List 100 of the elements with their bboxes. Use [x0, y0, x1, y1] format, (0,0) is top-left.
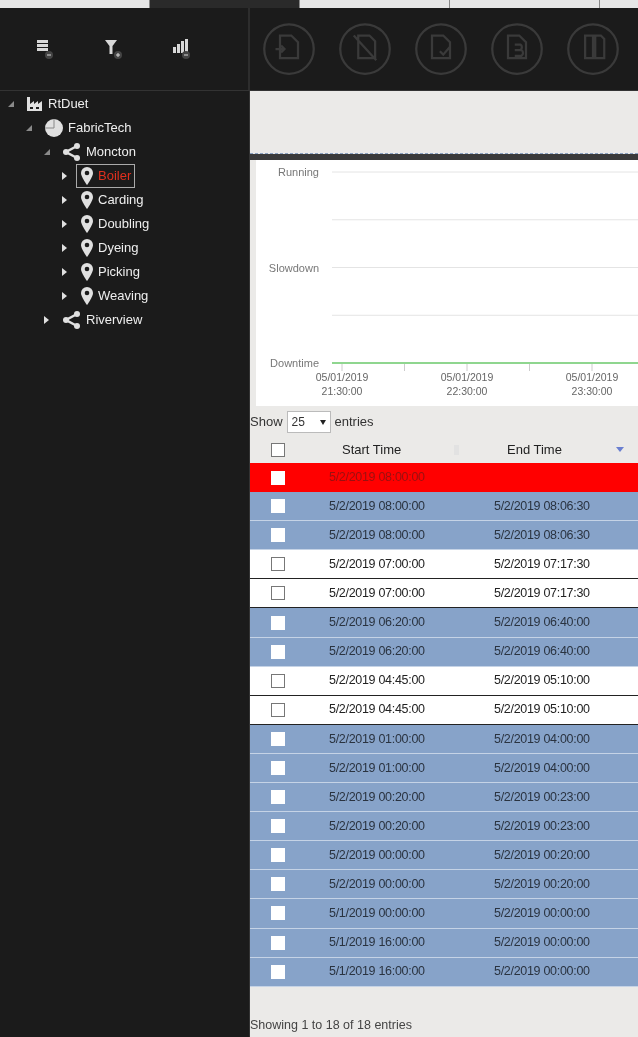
table-cell: 5/2/2019 00:20:00 — [494, 877, 590, 891]
select-all-checkbox[interactable] — [271, 442, 285, 457]
expand-arrow-icon[interactable] — [62, 172, 67, 180]
table-cell: 5/2/2019 00:20:00 — [329, 789, 425, 804]
page-size-select[interactable]: 25 — [286, 411, 331, 433]
row-checkbox[interactable] — [271, 702, 285, 717]
collapse-arrow-icon[interactable] — [8, 101, 14, 107]
table-cell: 5/2/2019 08:00:00 — [329, 527, 425, 542]
table-cell: 5/2/2019 08:06:30 — [494, 527, 590, 542]
tree-item[interactable]: Picking — [76, 260, 144, 284]
table-row[interactable]: 5/2/2019 07:00:00 5/2/2019 07:17:30 — [250, 579, 638, 609]
table-cell: 5/2/2019 04:00:00 — [494, 760, 590, 775]
table-cell: 5/2/2019 05:10:00 — [494, 673, 590, 688]
collapse-arrow-icon[interactable] — [44, 149, 50, 155]
table-cell: 5/2/2019 08:06:30 — [494, 498, 590, 513]
table-cell: 5/1/2019 16:00:00 — [329, 964, 425, 979]
expand-arrow-icon[interactable] — [62, 244, 67, 252]
table-cell: 5/2/2019 00:00:00 — [494, 906, 590, 921]
table-cell: 5/2/2019 00:20:00 — [494, 847, 590, 862]
row-checkbox[interactable] — [271, 557, 285, 572]
row-checkbox[interactable] — [271, 586, 285, 601]
show-label: Show — [250, 413, 283, 432]
table-cell: 5/2/2019 04:45:00 — [329, 702, 425, 717]
tree-item[interactable]: Boiler — [76, 164, 136, 188]
table-row[interactable]: 5/2/2019 07:00:00 5/2/2019 07:17:30 — [250, 550, 638, 580]
table-cell: 5/1/2019 16:00:00 — [329, 935, 425, 950]
filter-add-icon[interactable] — [104, 38, 122, 60]
table-cell: 5/2/2019 04:00:00 — [494, 731, 590, 746]
layers-remove-icon[interactable] — [36, 38, 54, 60]
table-cell: 5/2/2019 04:45:00 — [329, 673, 425, 688]
table-cell: 5/2/2019 01:00:00 — [329, 731, 425, 746]
table-cell: 5/2/2019 07:00:00 — [329, 556, 425, 571]
map-pin-icon — [80, 262, 94, 282]
pie-chart-icon — [44, 118, 64, 138]
table-cell: 5/2/2019 00:00:00 — [494, 935, 590, 950]
map-pin-icon — [80, 214, 94, 234]
table-cell: 5/2/2019 06:20:00 — [329, 615, 425, 630]
table-cell: 5/2/2019 06:20:00 — [329, 644, 425, 659]
table-row[interactable]: 5/1/2019 16:00:00 5/2/2019 00:00:00 — [250, 957, 638, 987]
tree-item[interactable]: Moncton — [58, 140, 140, 164]
table-cell: 5/2/2019 00:00:00 — [329, 877, 425, 891]
table-row[interactable]: 5/2/2019 00:20:00 5/2/2019 00:23:00 — [250, 812, 638, 842]
expand-arrow-icon[interactable] — [62, 292, 67, 300]
collapse-arrow-icon[interactable] — [26, 125, 32, 131]
table-row[interactable]: 5/1/2019 00:00:00 5/2/2019 00:00:00 — [250, 899, 638, 929]
axis-label: 23:30:00 — [571, 385, 613, 397]
column-header[interactable]: Start Time — [306, 439, 471, 460]
table-row[interactable]: 5/1/2019 16:00:00 5/2/2019 00:00:00 — [250, 928, 638, 958]
table-row[interactable]: 5/2/2019 01:00:00 5/2/2019 04:00:00 — [250, 753, 638, 784]
expand-arrow-icon[interactable] — [62, 196, 67, 204]
column-header[interactable]: End Time — [471, 439, 636, 460]
share-icon — [62, 142, 82, 162]
tree-item[interactable]: Doubling — [76, 212, 154, 236]
tree-item[interactable]: Carding — [76, 188, 148, 212]
table-cell: 5/2/2019 07:00:00 — [329, 586, 425, 601]
entries-label: entries — [334, 413, 374, 432]
table-row[interactable]: 5/2/2019 06:20:00 5/2/2019 06:40:00 — [250, 637, 638, 667]
axis-label: 05/01/2019 — [315, 371, 369, 383]
table-row[interactable]: 5/2/2019 08:00:00 5/2/2019 08:06:30 — [250, 492, 638, 522]
table-cell: 5/2/2019 07:17:30 — [494, 586, 590, 601]
tree-item[interactable]: FabricTech — [40, 116, 136, 140]
row-checkbox[interactable] — [271, 673, 285, 688]
table-row[interactable]: 5/2/2019 00:20:00 5/2/2019 00:23:00 — [250, 783, 638, 813]
tree-item[interactable]: Riverview — [58, 308, 147, 332]
expand-arrow-icon[interactable] — [62, 220, 67, 228]
map-pin-icon — [80, 286, 94, 306]
bar-chart-remove-icon[interactable] — [172, 38, 192, 60]
map-pin-icon — [80, 166, 94, 186]
table-row[interactable]: 5/2/2019 06:20:00 5/2/2019 06:40:00 — [250, 608, 638, 638]
map-pin-icon — [80, 190, 94, 210]
table-row[interactable]: 5/2/2019 04:45:00 5/2/2019 05:10:00 — [250, 695, 638, 725]
axis-label: 21:30:00 — [321, 385, 363, 397]
table-row[interactable]: 5/2/2019 00:00:00 5/2/2019 00:20:00 — [250, 841, 638, 871]
tree-item[interactable]: Dyeing — [76, 236, 143, 260]
table-row[interactable]: 5/2/2019 08:00:00 5/2/2019 08:06:30 — [250, 521, 638, 551]
expand-arrow-icon[interactable] — [62, 268, 67, 276]
map-pin-icon — [80, 238, 94, 258]
table-cell: 5/2/2019 00:23:00 — [494, 818, 590, 833]
table-cell: 5/2/2019 08:00:00 — [329, 470, 425, 485]
axis-label: 22:30:00 — [446, 385, 488, 397]
axis-label: Slowdown — [268, 261, 319, 274]
tree-item[interactable]: RtDuet — [22, 92, 93, 116]
axis-label: Downtime — [270, 357, 319, 369]
table-row[interactable]: 5/2/2019 01:00:00 5/2/2019 04:00:00 — [250, 724, 638, 754]
factory-icon — [26, 96, 44, 112]
table-cell: 5/2/2019 07:17:30 — [494, 556, 590, 571]
expand-arrow-icon[interactable] — [44, 316, 49, 324]
dropdown-caret-icon — [319, 419, 326, 425]
table-cell: 5/2/2019 05:10:00 — [494, 702, 590, 717]
axis-label: Running — [278, 166, 319, 178]
table-row[interactable]: 5/2/2019 00:00:00 5/2/2019 00:20:00 — [250, 870, 638, 900]
axis-label: 05/01/2019 — [565, 371, 619, 383]
table-cell: 5/2/2019 08:00:00 — [329, 498, 425, 513]
table-row[interactable]: 5/2/2019 04:45:00 5/2/2019 05:10:00 — [250, 666, 638, 696]
axis-label: 05/01/2019 — [440, 371, 494, 383]
table-cell: 5/1/2019 00:00:00 — [329, 906, 425, 921]
table-cell: 5/2/2019 01:00:00 — [329, 760, 425, 775]
table-cell: 5/2/2019 06:40:00 — [494, 644, 590, 659]
table-cell: 5/2/2019 00:23:00 — [494, 789, 590, 804]
tree-item[interactable]: Weaving — [76, 284, 153, 308]
